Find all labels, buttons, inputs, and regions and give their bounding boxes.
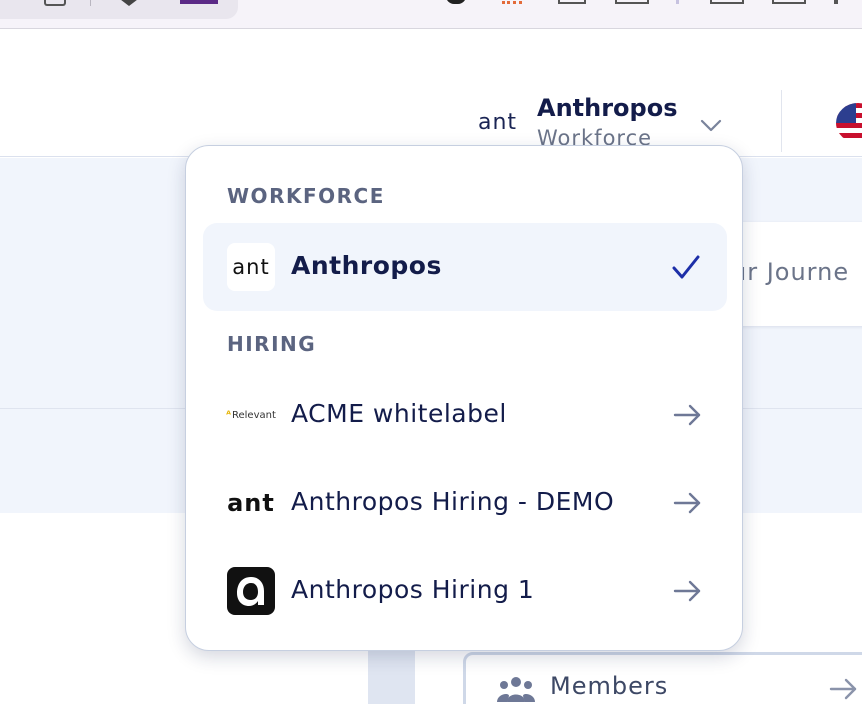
org-logo: ant: [227, 479, 275, 527]
members-label: Members: [550, 672, 669, 700]
app-header: ant Anthropos Workforce: [0, 30, 862, 157]
org-logo-text: ant: [227, 489, 275, 517]
section-label-hiring: HIRING: [227, 332, 317, 356]
arrow-right-icon: [829, 678, 857, 700]
extension-icon[interactable]: [502, 0, 522, 4]
arrow-right-icon: [673, 404, 701, 426]
org-logo-text: Relevant: [232, 409, 276, 421]
section-label-workforce: WORKFORCE: [227, 184, 385, 208]
extension-icon[interactable]: [772, 0, 806, 4]
menu-item-label: Anthropos: [291, 251, 442, 280]
menu-item-anthropos-hiring-demo[interactable]: ant Anthropos Hiring - DEMO: [203, 459, 727, 547]
org-switcher-button[interactable]: ant Anthropos Workforce: [470, 60, 760, 157]
menu-item-label: Anthropos Hiring 1: [291, 575, 535, 604]
org-logo: ᴬ Relevant: [226, 391, 276, 439]
extension-icon[interactable]: [180, 0, 218, 4]
org-logo: ant: [227, 243, 275, 291]
extension-icon[interactable]: [615, 0, 649, 4]
menu-item-anthropos[interactable]: ant Anthropos: [203, 223, 727, 311]
menu-icon[interactable]: [834, 0, 838, 4]
us-flag-icon[interactable]: [836, 103, 862, 143]
chevron-down-icon: [700, 119, 722, 132]
org-logo-text: ant: [232, 255, 270, 279]
tab-icon[interactable]: [44, 0, 66, 6]
header-divider: [781, 90, 782, 152]
extension-icon[interactable]: [446, 0, 466, 4]
arrow-right-icon: [673, 492, 701, 514]
anthropos-a-logo-icon: [237, 577, 264, 606]
browser-toolbar: [0, 0, 862, 29]
extension-icon[interactable]: [710, 0, 744, 4]
menu-item-acme-whitelabel[interactable]: ᴬ Relevant ACME whitelabel: [203, 371, 727, 459]
journey-card-title: ur Journe: [731, 258, 850, 286]
menu-item-label: ACME whitelabel: [291, 399, 507, 428]
org-logo: a: [227, 567, 275, 615]
toolbar-separator: [90, 0, 91, 6]
users-icon: [497, 677, 535, 702]
menu-item-label: Anthropos Hiring - DEMO: [291, 487, 615, 516]
extension-icon[interactable]: [558, 0, 586, 4]
sidebar-strip: [368, 650, 415, 704]
check-icon: [672, 255, 700, 279]
org-switcher-dropdown: WORKFORCE ant Anthropos HIRING ᴬ Relevan…: [185, 145, 743, 651]
org-name: Anthropos: [537, 94, 678, 122]
menu-item-anthropos-hiring-1[interactable]: a Anthropos Hiring 1: [203, 547, 727, 635]
arrow-right-icon: [673, 580, 701, 602]
relevant-logo-mark: ᴬ: [226, 409, 231, 421]
toolbar-separator: [676, 0, 679, 4]
org-logo: ant: [478, 110, 518, 135]
